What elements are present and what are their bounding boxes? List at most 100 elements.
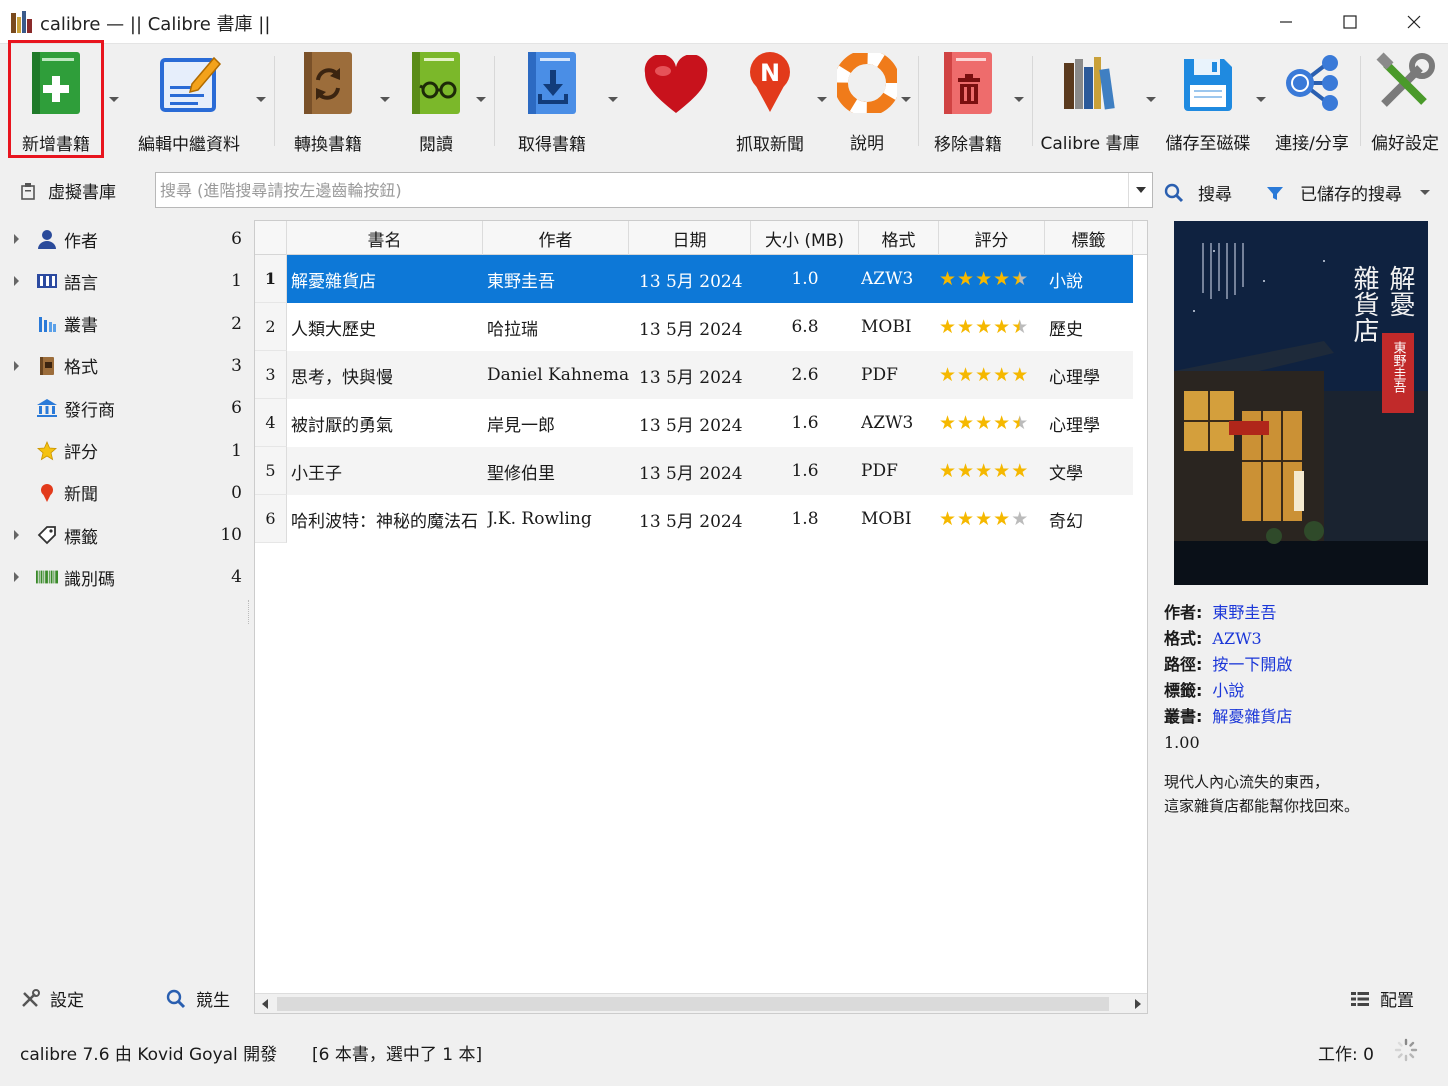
scroll-left-arrow-icon[interactable] xyxy=(262,999,268,1009)
cell-title: 被討厭的勇氣 xyxy=(291,415,393,436)
column-header-title[interactable]: 書名 xyxy=(287,221,483,255)
convert-books-dropdown[interactable] xyxy=(378,94,392,104)
tag-category-row[interactable]: 叢書 2 xyxy=(0,303,252,345)
cell-size: 1.0 xyxy=(791,269,819,289)
virtual-library-button[interactable]: 虛擬書庫 xyxy=(20,178,116,203)
tag-category-row[interactable]: 識別碼 4 xyxy=(0,556,252,598)
save-to-disk-button[interactable]: 儲存至磁碟 xyxy=(1160,50,1256,154)
expand-arrow-icon[interactable] xyxy=(14,530,19,541)
cell-date: 13 5月 2024 xyxy=(639,271,743,292)
cell-size: 1.6 xyxy=(791,461,819,481)
detail-tags-link[interactable]: 小說 xyxy=(1212,678,1244,704)
maximize-button[interactable] xyxy=(1318,0,1382,44)
detail-series-link[interactable]: 解憂雜貨店 xyxy=(1212,704,1292,730)
edit-metadata-button[interactable]: 編輯中繼資料 xyxy=(134,50,244,155)
tag-icon xyxy=(36,524,58,546)
tag-category-label: 叢書 xyxy=(64,316,98,337)
scrollbar-thumb[interactable] xyxy=(277,997,1109,1011)
search-button[interactable]: 搜尋 xyxy=(1164,180,1232,205)
detail-author-link[interactable]: 東野圭吾 xyxy=(1212,600,1276,626)
cell-tags: 心理學 xyxy=(1049,367,1100,388)
column-header-size[interactable]: 大小 (MB) xyxy=(751,221,859,255)
view-button[interactable]: 閱讀 xyxy=(396,50,476,155)
preferences-button[interactable]: 偏好設定 xyxy=(1364,50,1446,154)
table-row[interactable]: 4 被討厭的勇氣 岸見一郎 13 5月 2024 1.6 AZW3 心理學 ★ ★ ★ ★ ★ xyxy=(255,399,1147,447)
column-header-format[interactable]: 格式 xyxy=(859,221,939,255)
scroll-right-arrow-icon[interactable] xyxy=(1135,999,1141,1009)
get-books-dropdown[interactable] xyxy=(606,94,620,104)
virtual-library-icon xyxy=(21,182,35,200)
tag-browser-settings-button[interactable]: 設定 xyxy=(20,986,84,1011)
fetch-news-button[interactable]: N 抓取新聞 xyxy=(730,50,810,155)
expand-arrow-icon[interactable] xyxy=(14,276,19,287)
donate-button[interactable] xyxy=(636,50,716,154)
star-icon: ★ xyxy=(957,508,975,530)
row-number[interactable]: 4 xyxy=(255,399,287,447)
expand-arrow-icon[interactable] xyxy=(14,360,19,371)
tag-category-label: 評分 xyxy=(64,443,98,463)
toolbar-separator xyxy=(274,56,275,146)
person-icon xyxy=(36,228,58,250)
row-number[interactable]: 1 xyxy=(255,255,287,303)
table-row[interactable]: 2 人類大歷史 哈拉瑞 13 5月 2024 6.8 MOBI 歷史 ★ ★ ★ ★ ★ xyxy=(255,303,1147,351)
tag-category-row[interactable]: 標籤 10 xyxy=(0,514,252,556)
library-button[interactable]: Calibre 書庫 xyxy=(1040,50,1140,154)
tag-category-row[interactable]: 評分 1 xyxy=(0,430,252,472)
help-button[interactable]: 說明 xyxy=(827,50,907,154)
table-row[interactable]: 3 思考，快與慢 Daniel Kahneman 13 5月 2024 2.6 PDF 心理… xyxy=(255,351,1147,399)
jobs-indicator[interactable]: 工作: 0 xyxy=(1318,1040,1374,1065)
busy-spinner-icon[interactable] xyxy=(1394,1038,1418,1062)
remove-books-dropdown[interactable] xyxy=(1012,94,1026,104)
toolbar-separator xyxy=(1360,56,1361,146)
row-number[interactable]: 2 xyxy=(255,303,287,351)
saved-searches-button[interactable]: 已儲存的搜尋 xyxy=(1266,180,1430,205)
tag-category-row[interactable]: 新聞 0 xyxy=(0,472,252,514)
tag-category-row[interactable]: 發行商 6 xyxy=(0,387,252,429)
save-to-disk-dropdown[interactable] xyxy=(1254,94,1268,104)
cell-tags: 文學 xyxy=(1049,463,1083,484)
column-header-author[interactable]: 作者 xyxy=(483,221,629,255)
view-label: 閱讀 xyxy=(419,135,453,155)
cell-date: 13 5月 2024 xyxy=(639,415,743,436)
table-row[interactable]: 5 小王子 聖修伯里 13 5月 2024 1.6 PDF 文學 ★ ★ ★ ★ ★ xyxy=(255,447,1147,495)
tag-browser-find-button[interactable]: 競生 xyxy=(166,986,230,1011)
tag-category-row[interactable]: 作者 6 xyxy=(0,218,252,260)
layout-button[interactable]: 配置 xyxy=(1350,986,1414,1011)
connect-share-button[interactable]: 連接/分享 xyxy=(1270,50,1354,154)
minimize-button[interactable] xyxy=(1254,0,1318,44)
book-cover[interactable]: 解憂 雜貨店 東野圭吾 xyxy=(1174,221,1428,585)
view-dropdown[interactable] xyxy=(474,94,488,104)
panel-splitter[interactable] xyxy=(248,600,252,624)
row-number[interactable]: 6 xyxy=(255,495,287,543)
tag-category-count: 4 xyxy=(231,567,242,588)
star-icon: ★ xyxy=(957,316,975,338)
detail-author-row: 作者: 東野圭吾 xyxy=(1164,600,1434,626)
row-number[interactable]: 5 xyxy=(255,447,287,495)
column-header-rating[interactable]: 評分 xyxy=(939,221,1045,255)
table-row[interactable]: 6 哈利波特：神秘的魔法石 J.K. Rowling 13 5月 2024 1.8 MOB… xyxy=(255,495,1147,543)
add-books-dropdown[interactable] xyxy=(107,94,121,104)
tag-category-row[interactable]: 格式 3 xyxy=(0,345,252,387)
expand-arrow-icon[interactable] xyxy=(14,572,19,583)
expand-arrow-icon[interactable] xyxy=(14,234,19,244)
library-dropdown[interactable] xyxy=(1144,94,1158,104)
convert-books-button[interactable]: 轉換書籍 xyxy=(288,50,368,155)
detail-path-link[interactable]: 按一下開啟 xyxy=(1212,652,1292,678)
tag-category-count: 6 xyxy=(231,229,242,249)
search-input[interactable] xyxy=(156,173,1128,207)
table-row[interactable]: 1 解憂雜貨店 東野圭吾 13 5月 2024 1.0 AZW3 小說 ★ ★ ★ ★ ★ xyxy=(255,255,1147,303)
remove-books-button[interactable]: 移除書籍 xyxy=(928,50,1008,155)
close-button[interactable] xyxy=(1382,0,1446,44)
column-header-date[interactable]: 日期 xyxy=(629,221,751,255)
horizontal-scrollbar[interactable] xyxy=(255,993,1147,1013)
help-dropdown[interactable] xyxy=(899,94,913,104)
cell-format: AZW3 xyxy=(861,413,914,433)
get-books-button[interactable]: 取得書籍 xyxy=(512,50,592,155)
detail-format-link[interactable]: AZW3 xyxy=(1212,626,1261,652)
column-header-tags[interactable]: 標籤 xyxy=(1045,221,1133,255)
tag-category-row[interactable]: 語言 1 xyxy=(0,260,252,302)
search-history-dropdown[interactable] xyxy=(1128,173,1152,207)
row-number[interactable]: 3 xyxy=(255,351,287,399)
detail-series-label: 叢書: xyxy=(1164,707,1203,726)
edit-metadata-dropdown[interactable] xyxy=(254,94,268,104)
